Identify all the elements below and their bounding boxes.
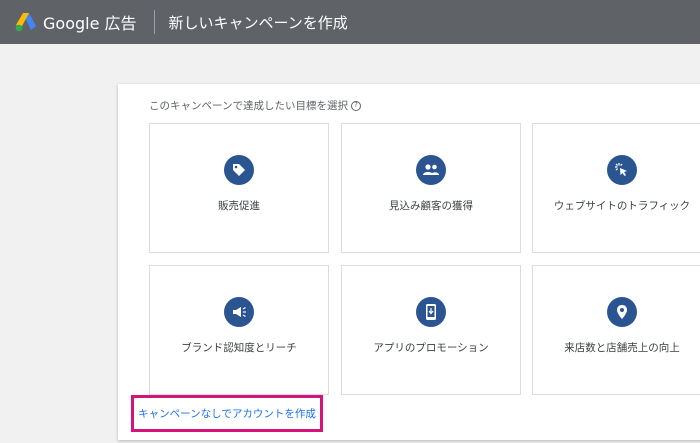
goal-tile-leads[interactable]: 見込み顧客の獲得 [341, 123, 521, 253]
goal-label: アプリのプロモーション [373, 342, 489, 354]
location-pin-icon [607, 297, 637, 327]
help-icon[interactable]: ? [350, 100, 361, 111]
cursor-click-icon [607, 155, 637, 185]
megaphone-icon [224, 297, 254, 327]
page-title: 新しいキャンペーンを作成 [168, 13, 348, 32]
create-account-without-campaign-highlight: キャンペーンなしでアカウントを作成 [131, 395, 323, 432]
goal-selection-card: このキャンペーンで達成したい目標を選択 ? 販売促進 見込み顧客の獲得 ウェブサ… [118, 84, 700, 440]
goal-label: 見込み顧客の獲得 [389, 200, 473, 212]
goal-tile-store-visits[interactable]: 来店数と店舗売上の向上 [532, 265, 700, 395]
goal-label: 販売促進 [218, 200, 260, 212]
header-divider [153, 10, 155, 34]
goal-label: ブランド認知度とリーチ [181, 342, 297, 354]
brand-name: Google 広告 [43, 14, 137, 33]
create-account-without-campaign-link[interactable]: キャンペーンなしでアカウントを作成 [138, 406, 316, 421]
top-app-bar: Google 広告 新しいキャンペーンを作成 [0, 0, 700, 44]
goal-prompt-text: このキャンペーンで達成したい目標を選択 [149, 100, 348, 112]
goal-tile-brand-awareness[interactable]: ブランド認知度とリーチ [149, 265, 329, 395]
goal-label: 来店数と店舗売上の向上 [564, 342, 680, 354]
goal-tile-app-promotion[interactable]: アプリのプロモーション [341, 265, 521, 395]
tag-icon [224, 155, 254, 185]
phone-download-icon [416, 297, 446, 327]
goal-label: ウェブサイトのトラフィック [553, 200, 691, 212]
people-icon [416, 155, 446, 185]
goal-tile-sales[interactable]: 販売促進 [149, 123, 329, 253]
goal-prompt: このキャンペーンで達成したい目標を選択 ? [149, 98, 361, 113]
google-ads-logo-icon [15, 12, 37, 32]
goal-tile-website-traffic[interactable]: ウェブサイトのトラフィック [532, 123, 700, 253]
google-ads-logo[interactable]: Google 広告 [15, 10, 137, 34]
